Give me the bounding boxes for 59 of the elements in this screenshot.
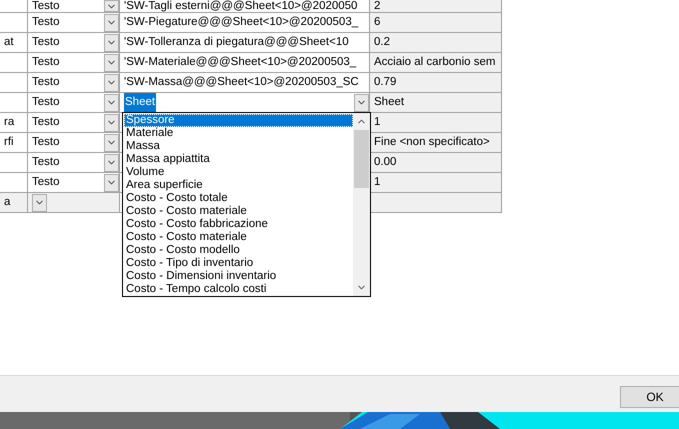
type-combo[interactable]: Testo [28,153,120,173]
table-cell: 0.2 [370,33,502,53]
type-combo[interactable]: Testo [28,113,120,133]
type-combo[interactable]: Testo [28,93,120,113]
list-item[interactable]: Materiale [124,127,353,140]
table-cell[interactable]: 'SW-Massa@@@Sheet<10>@20200503_SC [120,73,370,93]
table-cell: Sheet [370,93,502,113]
dropdown-button[interactable] [104,174,119,192]
ok-button[interactable]: OK [620,386,679,408]
dropdown-button[interactable] [104,74,119,92]
dropdown-button[interactable] [354,94,369,112]
list-item[interactable]: Massa appiattita [124,153,353,166]
type-combo[interactable]: Testo [28,73,120,93]
list-item[interactable]: Costo - Costo modello [124,244,353,257]
type-combo[interactable]: Testo [28,0,120,13]
type-combo[interactable]: Testo [28,133,120,153]
list-item[interactable]: Costo - Tipo di inventario [124,257,353,270]
table-cell: ra [0,113,28,133]
table-cell: Fine <non specificato> [370,133,502,153]
table-cell[interactable]: 'SW-Tolleranza di piegatura@@@Sheet<10 [120,33,370,53]
list-item[interactable]: Massa [124,140,353,153]
dropdown-button[interactable] [104,34,119,52]
list-item[interactable]: Costo - Tempo calcolo costi [124,283,353,296]
list-item[interactable]: Area superficie [124,179,353,192]
table-cell[interactable]: 'SW-Tagli esterni@@@Sheet<10>@2020050 [120,0,370,13]
list-item[interactable]: Spessore [124,114,353,127]
dropdown-button[interactable] [104,114,119,132]
list-item[interactable]: Costo - Costo fabbricazione [124,218,353,231]
dropdown-button[interactable] [104,14,119,32]
dropdown-button[interactable] [104,134,119,152]
type-combo[interactable]: Testo [28,33,120,53]
table-cell: 1 [370,113,502,133]
type-combo[interactable]: Testo [28,53,120,73]
dropdown-button[interactable] [104,54,119,72]
table-cell: a [0,193,28,213]
table-cell: Acciaio al carbonio sem [370,53,502,73]
list-item[interactable]: Volume [124,166,353,179]
list-item[interactable]: Costo - Costo materiale [124,205,353,218]
table-cell: 0.79 [370,73,502,93]
table-cell[interactable]: 'SW-Materiale@@@Sheet<10>@20200503_ [120,53,370,73]
table-cell: at [0,33,28,53]
table-cell: 2 [370,0,502,13]
value-combo[interactable]: Sheet [120,93,370,113]
table-cell[interactable]: 'SW-Piegature@@@Sheet<10>@20200503_ [120,13,370,33]
type-combo[interactable] [28,193,120,213]
dropdown-button[interactable] [104,154,119,172]
dropdown-button[interactable] [104,94,119,112]
table-cell: 0.00 [370,153,502,173]
table-cell: 6 [370,13,502,33]
list-item[interactable]: Costo - Costo totale [124,192,353,205]
table-cell: 1 [370,173,502,193]
type-combo[interactable]: Testo [28,13,120,33]
list-item[interactable]: Costo - Dimensioni inventario [124,270,353,283]
scrollbar[interactable] [353,113,370,296]
type-combo[interactable]: Testo [28,173,120,193]
list-item[interactable]: Costo - Costo materiale [124,231,353,244]
dropdown-button[interactable] [32,194,47,212]
dropdown-button[interactable] [104,0,119,12]
table-cell: rfi [0,133,28,153]
